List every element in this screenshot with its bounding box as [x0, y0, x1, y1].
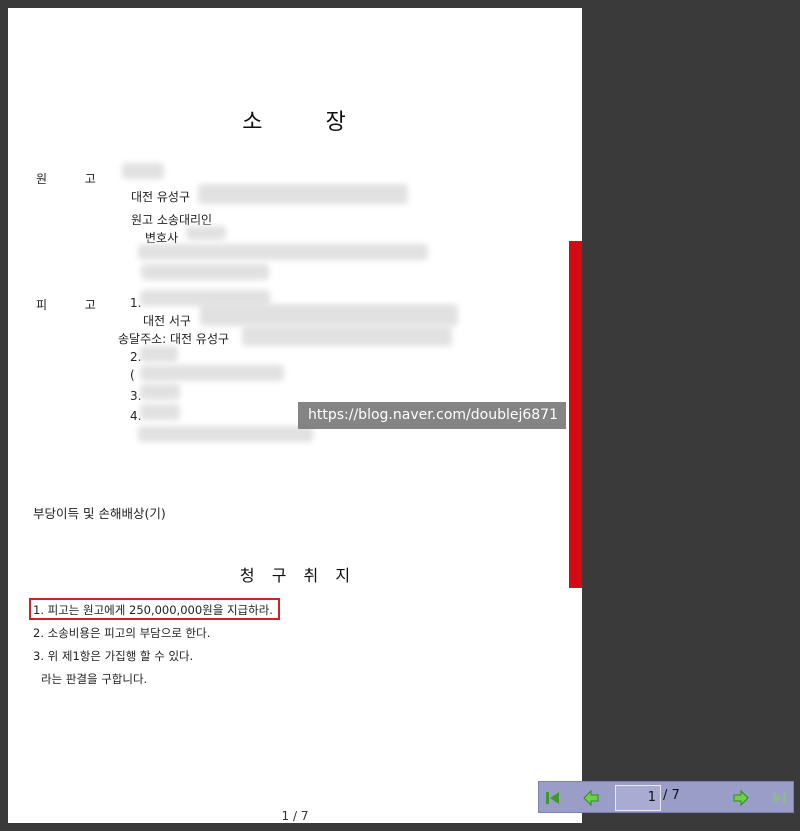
arrow-right-icon	[733, 789, 749, 807]
defendant-label-char: 피	[36, 298, 48, 312]
section-title-char: 청	[239, 566, 255, 585]
last-page-button[interactable]	[767, 786, 791, 810]
redacted-defendant-4	[140, 404, 180, 420]
arrow-left-icon	[583, 789, 599, 807]
document-title: 소 장	[8, 104, 582, 136]
section-title-char: 취	[303, 566, 319, 585]
defendant-label-char: 고	[84, 298, 96, 312]
defendant-label: 피 고	[36, 296, 96, 313]
claim-item: 1. 피고는 원고에게 250,000,000원을 지급하라.	[33, 603, 273, 617]
redacted-name	[122, 163, 164, 179]
title-char: 소	[242, 110, 265, 135]
plaintiff-label-char: 고	[84, 172, 96, 186]
first-page-icon	[546, 792, 559, 804]
closing-text: 라는 판결을 구합니다.	[41, 672, 148, 686]
section-title-char: 구	[271, 566, 287, 585]
page-total-label: / 7	[663, 788, 680, 803]
last-page-icon	[773, 792, 786, 804]
redacted-defendant-2-detail	[140, 365, 284, 381]
page-footer: 1 / 7	[281, 809, 309, 823]
next-page-button[interactable]	[729, 786, 753, 810]
redacted-defendant-3	[140, 384, 180, 400]
claim-section-title: 청 구 취 지	[8, 562, 582, 586]
redacted-address	[198, 184, 408, 204]
redacted-lawyer-detail	[141, 264, 269, 280]
redacted-defendant-1-address	[200, 304, 458, 326]
claim-item: 2. 소송비용은 피고의 부담으로 한다.	[33, 626, 211, 640]
redacted-lawyer-address	[138, 244, 428, 260]
plaintiff-address: 대전 유성구	[131, 190, 191, 204]
previous-page-button[interactable]	[579, 786, 603, 810]
document-viewer: 소 장 원 고 대전 유성구 원고 소송대리인 변호사 피 고 1. 대전 서구…	[0, 0, 800, 831]
page-navigation-bar: 1 / 7	[538, 781, 794, 813]
current-page-input[interactable]: 1	[615, 785, 661, 811]
section-title-char: 지	[335, 566, 351, 585]
defendant-item-paren: (	[130, 368, 135, 382]
case-name: 부당이득 및 손해배상(기)	[33, 506, 166, 521]
first-page-button[interactable]	[541, 786, 565, 810]
title-char: 장	[325, 110, 348, 135]
side-marker-bar	[569, 241, 582, 588]
plaintiff-label-char: 원	[36, 172, 48, 186]
plaintiff-label: 원 고	[36, 170, 96, 187]
redacted-defendant-4-detail	[138, 426, 313, 442]
defendant-1-address: 대전 서구	[143, 314, 191, 328]
redacted-defendant-2	[140, 346, 178, 362]
claim-item: 3. 위 제1항은 가집행 할 수 있다.	[33, 649, 194, 663]
watermark: https://blog.naver.com/doublej6871	[298, 402, 566, 429]
defendant-service-address: 송달주소: 대전 유성구	[118, 332, 230, 346]
redacted-service-address	[242, 326, 452, 346]
redacted-lawyer-name	[186, 226, 226, 240]
